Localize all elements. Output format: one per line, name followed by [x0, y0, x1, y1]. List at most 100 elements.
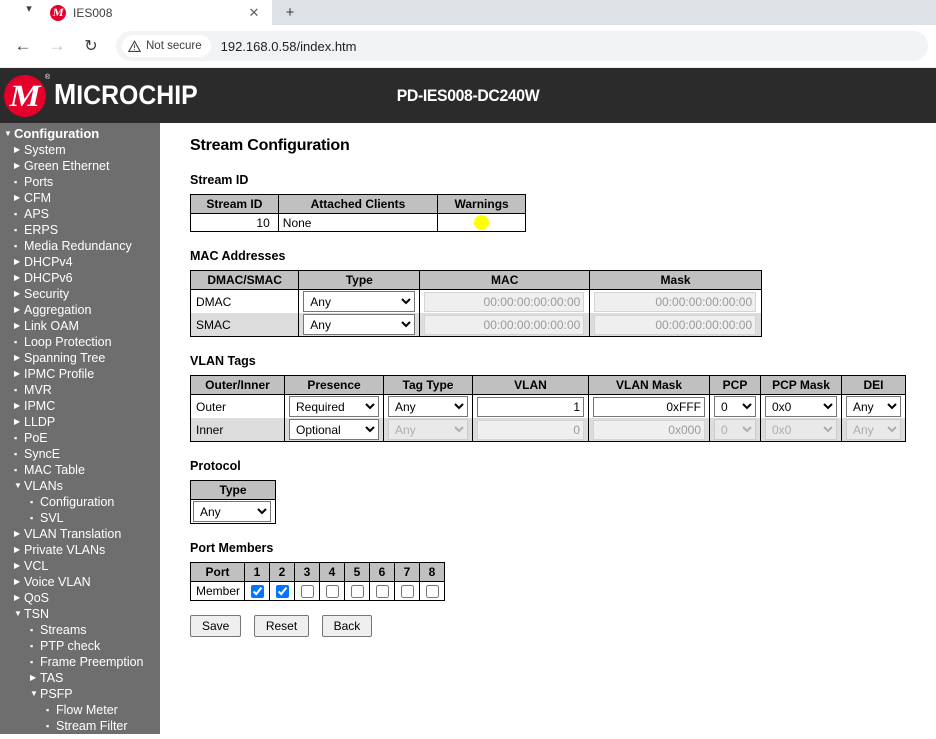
cell-inner-label: Inner: [190, 418, 285, 443]
sidebar-item-aps[interactable]: APS: [0, 206, 160, 222]
dmac-type-select[interactable]: AnySpecificMulticastUnicastBroadcast: [303, 291, 416, 313]
sidebar-item-media-redundancy[interactable]: Media Redundancy: [0, 238, 160, 254]
inner-dei-select[interactable]: Any01: [846, 419, 901, 441]
sidebar-item-synce[interactable]: SyncE: [0, 446, 160, 462]
table-row[interactable]: 10 None: [190, 213, 526, 233]
bullet-icon: [30, 510, 40, 527]
sidebar-item-security[interactable]: Security: [0, 286, 160, 302]
port-member-checkbox-8[interactable]: [425, 584, 439, 598]
smac-mask-input[interactable]: [594, 314, 757, 335]
outer-dei-select[interactable]: Any01: [846, 396, 901, 418]
sidebar-item-cfm[interactable]: CFM: [0, 190, 160, 206]
sidebar-item-tas[interactable]: TAS: [0, 670, 160, 686]
sidebar-item-tsn[interactable]: TSN: [0, 606, 160, 622]
browser-tab[interactable]: M IES008 ✕: [42, 0, 270, 25]
url-text[interactable]: 192.168.0.58/index.htm: [221, 39, 357, 54]
inner-tagtype-select[interactable]: AnyC-TagS-TagS-Custom-Tag: [388, 419, 468, 441]
inner-presence-select[interactable]: RequiredOptionalForbidden: [289, 419, 379, 441]
sidebar-item-vlans[interactable]: VLANs: [0, 478, 160, 494]
sidebar-item-svl[interactable]: SVL: [0, 510, 160, 526]
close-icon[interactable]: ✕: [246, 5, 262, 21]
address-bar[interactable]: Not secure 192.168.0.58/index.htm: [116, 31, 928, 61]
sidebar-item-vlan-translation[interactable]: VLAN Translation: [0, 526, 160, 542]
sidebar-item-configuration[interactable]: Configuration: [0, 126, 160, 142]
inner-vlan-input[interactable]: [477, 419, 584, 440]
sidebar-item-poe[interactable]: PoE: [0, 430, 160, 446]
sidebar-item-vcl[interactable]: VCL: [0, 558, 160, 574]
bullet-icon: [46, 718, 56, 735]
column-header-dmac-smac: DMAC/SMAC: [189, 270, 300, 291]
outer-pcp-select[interactable]: 01234567: [714, 396, 756, 418]
sidebar-item-lldp[interactable]: LLDP: [0, 414, 160, 430]
back-arrow-icon[interactable]: ←: [8, 31, 38, 61]
protocol-type-select[interactable]: AnyIPv4IPv6Custom: [193, 501, 271, 523]
outer-vlan-mask-input[interactable]: [593, 396, 705, 417]
table-header-row: DMAC/SMAC Type MAC Mask: [189, 270, 762, 291]
site-security-chip[interactable]: Not secure: [122, 35, 211, 57]
reload-icon[interactable]: ↻: [76, 31, 106, 61]
cell-port-5: [344, 581, 371, 601]
outer-pcp-mask-select[interactable]: 0x00x10x20x30x40x50x60x7: [765, 396, 837, 418]
vlan-tags-table: Outer/Inner Presence Tag Type VLAN VLAN …: [190, 375, 906, 443]
sidebar-item-green-ethernet[interactable]: Green Ethernet: [0, 158, 160, 174]
forward-arrow-icon[interactable]: →: [42, 31, 72, 61]
sidebar-item-stream-filter[interactable]: Stream Filter: [0, 718, 160, 734]
sidebar-navigation[interactable]: Configuration System Green Ethernet Ports CF…: [0, 123, 160, 734]
back-button[interactable]: Back: [321, 614, 373, 637]
sidebar-item-dhcpv6[interactable]: DHCPv6: [0, 270, 160, 286]
port-member-checkbox-3[interactable]: [300, 584, 314, 598]
sidebar-item-link-oam[interactable]: Link OAM: [0, 318, 160, 334]
new-tab-button[interactable]: +: [272, 0, 308, 25]
sidebar-item-qos[interactable]: QoS: [0, 590, 160, 606]
sidebar-item-ipmc-profile[interactable]: IPMC Profile: [0, 366, 160, 382]
sidebar-item-loop-protection[interactable]: Loop Protection: [0, 334, 160, 350]
sidebar-item-erps[interactable]: ERPS: [0, 222, 160, 238]
port-member-checkbox-6[interactable]: [375, 584, 389, 598]
sidebar-item-label: Media Redundancy: [24, 239, 132, 253]
sidebar-item-psfp[interactable]: PSFP: [0, 686, 160, 702]
sidebar-item-ports[interactable]: Ports: [0, 174, 160, 190]
protocol-table: Type AnyIPv4IPv6Custom: [190, 480, 276, 525]
sidebar-item-frame-preemption[interactable]: Frame Preemption: [0, 654, 160, 670]
sidebar-item-voice-vlan[interactable]: Voice VLAN: [0, 574, 160, 590]
registered-mark: ®: [44, 73, 50, 81]
sidebar-item-spanning-tree[interactable]: Spanning Tree: [0, 350, 160, 366]
sidebar-item-mvr[interactable]: MVR: [0, 382, 160, 398]
outer-presence-select[interactable]: RequiredOptionalForbidden: [289, 396, 379, 418]
inner-pcp-select[interactable]: 01234567: [714, 419, 756, 441]
port-member-checkbox-2[interactable]: [275, 584, 289, 598]
cell-port-4: [319, 581, 346, 601]
sidebar-item-configuration[interactable]: Configuration: [0, 494, 160, 510]
sidebar-item-label: Ports: [24, 175, 54, 189]
port-member-checkbox-5[interactable]: [350, 584, 364, 598]
page-title: Stream Configuration: [190, 137, 350, 154]
sidebar-item-mac-table[interactable]: MAC Table: [0, 462, 160, 478]
save-button[interactable]: Save: [190, 614, 242, 637]
port-member-checkbox-7[interactable]: [400, 584, 414, 598]
smac-type-select[interactable]: AnySpecificMulticastUnicastBroadcast: [303, 314, 416, 336]
reset-button[interactable]: Reset: [253, 614, 310, 637]
sidebar-item-flow-meter[interactable]: Flow Meter: [0, 702, 160, 718]
sidebar-item-system[interactable]: System: [0, 142, 160, 158]
warning-indicator-icon: [474, 215, 490, 231]
dmac-mask-input[interactable]: [594, 291, 757, 312]
port-member-checkbox-4[interactable]: [325, 584, 339, 598]
browser-toolbar: ← → ↻ Not secure 192.168.0.58/index.htm: [0, 25, 936, 68]
column-header-dei: DEI: [841, 375, 906, 396]
port-member-checkbox-1[interactable]: [250, 584, 264, 598]
dmac-mac-input[interactable]: [424, 291, 585, 312]
chevron-right-icon: [14, 318, 24, 334]
sidebar-item-private-vlans[interactable]: Private VLANs: [0, 542, 160, 558]
chevron-right-icon: [14, 270, 24, 286]
sidebar-item-ipmc[interactable]: IPMC: [0, 398, 160, 414]
smac-mac-input[interactable]: [424, 314, 585, 335]
outer-tagtype-select[interactable]: AnyC-TagS-TagS-Custom-Tag: [388, 396, 468, 418]
inner-vlan-mask-input[interactable]: [593, 419, 705, 440]
sidebar-item-streams[interactable]: Streams: [0, 622, 160, 638]
sidebar-item-dhcpv4[interactable]: DHCPv4: [0, 254, 160, 270]
chevron-down-icon[interactable]: ▾: [22, 2, 36, 16]
sidebar-item-ptp-check[interactable]: PTP check: [0, 638, 160, 654]
inner-pcp-mask-select[interactable]: 0x00x10x20x30x40x50x60x7: [765, 419, 837, 441]
sidebar-item-aggregation[interactable]: Aggregation: [0, 302, 160, 318]
outer-vlan-input[interactable]: [477, 396, 584, 417]
